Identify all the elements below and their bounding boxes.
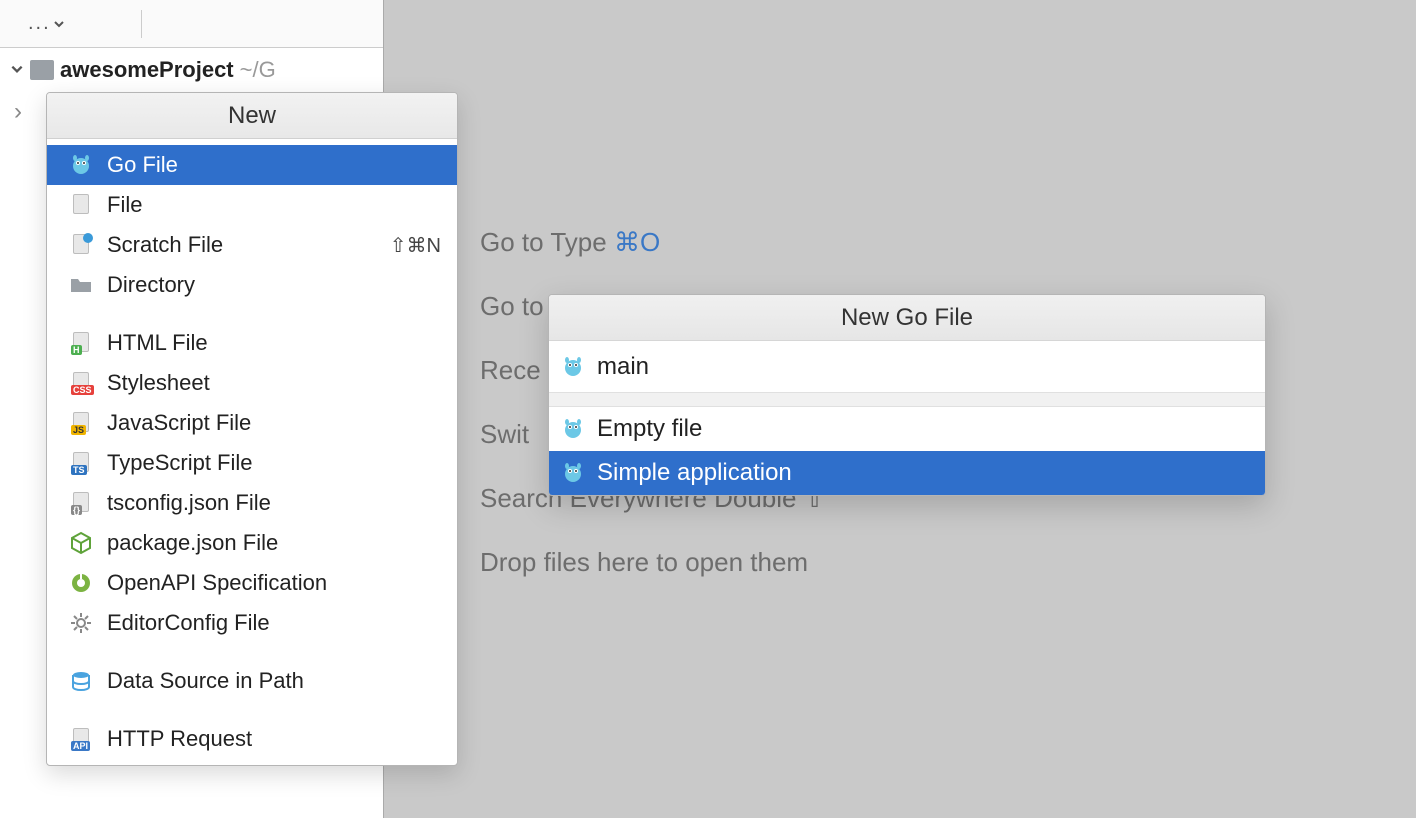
menu-item-stylesheet[interactable]: CSS Stylesheet — [47, 363, 457, 403]
folder-icon — [30, 60, 54, 80]
menu-item-tsconfig-json-file[interactable]: {} tsconfig.json File — [47, 483, 457, 523]
menu-item-html-file[interactable]: H HTML File — [47, 323, 457, 363]
html-icon: H — [69, 331, 93, 355]
js-icon: JS — [69, 411, 93, 435]
folder-icon — [69, 273, 93, 297]
http-icon: API — [69, 727, 93, 751]
menu-item-http-request[interactable]: API HTTP Request — [47, 719, 457, 759]
hint-goto-type: Go to Type — [480, 227, 614, 257]
new-go-file-dialog: New Go File Empty file Simple application — [548, 294, 1266, 496]
project-toolbar: ... — [0, 0, 383, 48]
menu-item-data-source-in-path[interactable]: Data Source in Path — [47, 661, 457, 701]
caret-down-icon — [10, 60, 24, 81]
menu-item-label: HTTP Request — [107, 726, 252, 752]
template-option-empty-file[interactable]: Empty file — [549, 407, 1265, 451]
datasource-icon — [69, 669, 93, 693]
hint-recent: Rece — [480, 355, 541, 385]
menu-item-package-json-file[interactable]: package.json File — [47, 523, 457, 563]
hint-drop-files: Drop files here to open them — [480, 547, 808, 577]
new-context-menu: New Go File File Scratch File ⇧⌘N Directory H… — [46, 92, 458, 766]
go-icon — [561, 461, 585, 485]
context-menu-title: New — [47, 93, 457, 139]
pkg-icon — [69, 531, 93, 555]
ts-icon: TS — [69, 451, 93, 475]
menu-item-go-file[interactable]: Go File — [47, 145, 457, 185]
filename-input[interactable] — [595, 352, 1253, 382]
project-name: awesomeProject — [60, 57, 234, 83]
css-icon: CSS — [69, 371, 93, 395]
context-menu-list: Go File File Scratch File ⇧⌘N Directory H HTML… — [47, 139, 457, 765]
menu-item-editorconfig-file[interactable]: EditorConfig File — [47, 603, 457, 643]
menu-item-label: OpenAPI Specification — [107, 570, 327, 596]
menu-item-label: Directory — [107, 272, 195, 298]
go-icon — [561, 355, 585, 379]
editorconfig-icon — [69, 611, 93, 635]
menu-item-typescript-file[interactable]: TS TypeScript File — [47, 443, 457, 483]
menu-item-directory[interactable]: Directory — [47, 265, 457, 305]
dialog-input-row — [549, 341, 1265, 393]
app-root: ... awesomeProj — [0, 0, 1416, 818]
tsconfig-icon: {} — [69, 491, 93, 515]
menu-separator — [47, 647, 457, 657]
go-icon — [69, 153, 93, 177]
menu-item-label: JavaScript File — [107, 410, 251, 436]
template-option-label: Empty file — [597, 415, 702, 443]
menu-item-label: HTML File — [107, 330, 208, 356]
template-option-label: Simple application — [597, 459, 792, 487]
menu-item-label: Data Source in Path — [107, 668, 304, 694]
toolbar-separator — [141, 10, 142, 38]
menu-item-openapi-specification[interactable]: OpenAPI Specification — [47, 563, 457, 603]
scratch-icon — [69, 233, 93, 257]
menu-item-label: Stylesheet — [107, 370, 210, 396]
menu-item-label: Scratch File — [107, 232, 223, 258]
file-icon — [69, 193, 93, 217]
project-root-node[interactable]: awesomeProject ~/G — [0, 48, 383, 92]
menu-item-label: TypeScript File — [107, 450, 253, 476]
menu-item-shortcut: ⇧⌘N — [390, 233, 441, 258]
menu-item-file[interactable]: File — [47, 185, 457, 225]
menu-item-javascript-file[interactable]: JS JavaScript File — [47, 403, 457, 443]
dialog-title: New Go File — [549, 295, 1265, 341]
dialog-option-list: Empty file Simple application — [549, 407, 1265, 495]
openapi-icon — [69, 571, 93, 595]
project-path: ~/G — [240, 57, 276, 83]
menu-item-label: package.json File — [107, 530, 278, 556]
template-option-simple-application[interactable]: Simple application — [549, 451, 1265, 495]
menu-item-label: Go File — [107, 152, 178, 178]
menu-separator — [47, 705, 457, 715]
menu-item-label: File — [107, 192, 142, 218]
menu-separator — [47, 309, 457, 319]
menu-item-label: EditorConfig File — [107, 610, 270, 636]
hint-goto-type-shortcut: ⌘O — [614, 227, 660, 257]
menu-item-scratch-file[interactable]: Scratch File ⇧⌘N — [47, 225, 457, 265]
hint-switcher: Swit — [480, 419, 529, 449]
scope-dropdown[interactable]: ... — [28, 12, 65, 35]
menu-item-label: tsconfig.json File — [107, 490, 271, 516]
go-icon — [561, 417, 585, 441]
scope-dropdown-text: ... — [28, 12, 51, 35]
dialog-spacer — [549, 393, 1265, 407]
